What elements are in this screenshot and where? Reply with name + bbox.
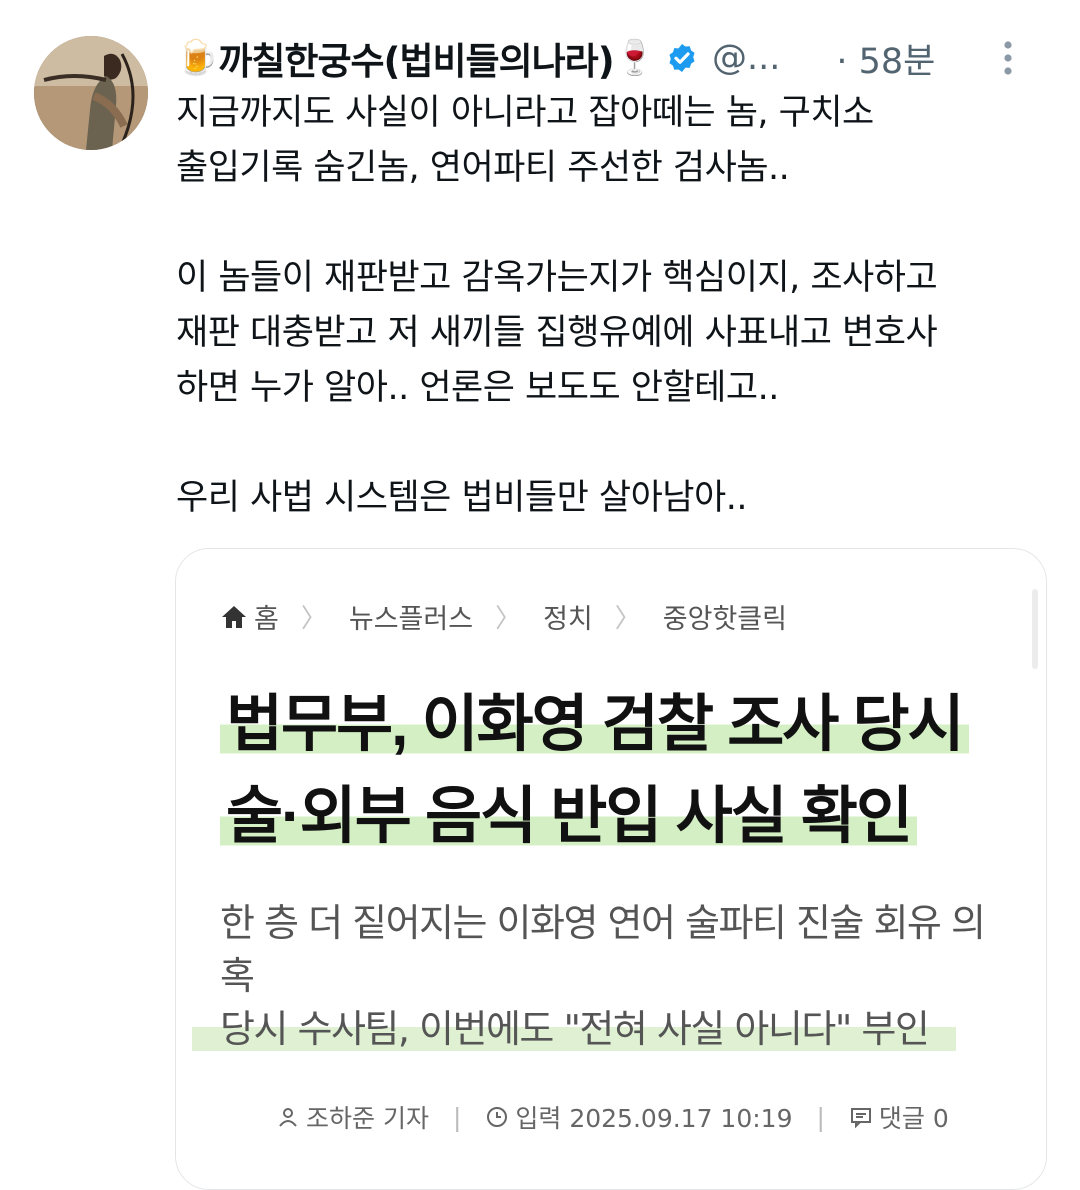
handle[interactable]: @...	[712, 38, 780, 78]
tweet-text: 지금까지도 사실이 아니라고 잡아떼는 놈, 구치소 출입기록 숨긴놈, 연어파…	[176, 93, 938, 518]
beer-emoji: 🍺	[176, 38, 219, 78]
comment-icon	[850, 1108, 871, 1129]
meta-divider: |	[452, 1102, 462, 1132]
breadcrumb-hotclick[interactable]: 중앙핫클릭	[663, 597, 787, 636]
subhead-line-3: 당시 수사팀, 이번에도 "전혀 사실 아니다" 부인	[192, 1007, 957, 1051]
headline-line-1: 법무부, 이화영 검찰 조사 당시	[220, 690, 969, 759]
headline-line-2: 술·외부 음식 반입 사실 확인	[220, 782, 917, 851]
avatar-image	[34, 36, 148, 150]
article-subhead: 한 층 더 짙어지는 이화영 연어 술파티 진술 회유 의 혹 당시 수사팀, …	[192, 897, 1020, 1056]
clock-icon	[487, 1107, 508, 1127]
meta-divider: |	[816, 1102, 825, 1132]
chevron-right-icon: 〉	[495, 604, 522, 634]
verified-badge-icon	[669, 44, 695, 72]
article-headline[interactable]: 법무부, 이화영 검찰 조사 당시 술·외부 음식 반입 사실 확인	[220, 679, 1020, 863]
person-icon	[279, 1108, 297, 1127]
link-card[interactable]: 홈 〉 뉴스플러스 〉 정치 〉 중앙핫클릭 법무부, 이화영 검찰 조사 당시…	[175, 548, 1047, 1190]
home-icon	[222, 605, 246, 628]
wine-emoji: 🍷	[613, 38, 656, 78]
tweet-header: 🍺 까칠한궁수(법비들의나라) 🍷 @... · 58분	[176, 30, 1056, 86]
article-meta: 조하준 기자 | 입력 2025.09.17 10:19 | 댓글 0	[276, 1099, 949, 1135]
publish-date: 입력 2025.09.17 10:19	[515, 1104, 793, 1133]
display-name[interactable]: 까칠한궁수(법비들의나라)	[218, 31, 614, 85]
avatar[interactable]	[34, 36, 148, 150]
breadcrumb-politics[interactable]: 정치	[543, 597, 593, 636]
breadcrumb: 홈 〉 뉴스플러스 〉 정치 〉 중앙핫클릭	[220, 597, 787, 636]
breadcrumb-home[interactable]: 홈	[254, 597, 279, 636]
card-scrollbar	[1032, 589, 1038, 669]
chevron-right-icon: 〉	[300, 604, 327, 634]
subhead-line-2: 혹	[220, 954, 255, 998]
breadcrumb-newsplus[interactable]: 뉴스플러스	[349, 597, 473, 636]
chevron-right-icon: 〉	[614, 604, 641, 634]
more-vertical-icon[interactable]	[1002, 40, 1014, 76]
comment-count[interactable]: 댓글 0	[879, 1099, 949, 1135]
reporter-name[interactable]: 조하준 기자	[306, 1099, 429, 1135]
subhead-line-1: 한 층 더 짙어지는 이화영 연어 술파티 진술 회유 의	[220, 901, 986, 945]
timestamp[interactable]: · 58분	[836, 33, 935, 84]
